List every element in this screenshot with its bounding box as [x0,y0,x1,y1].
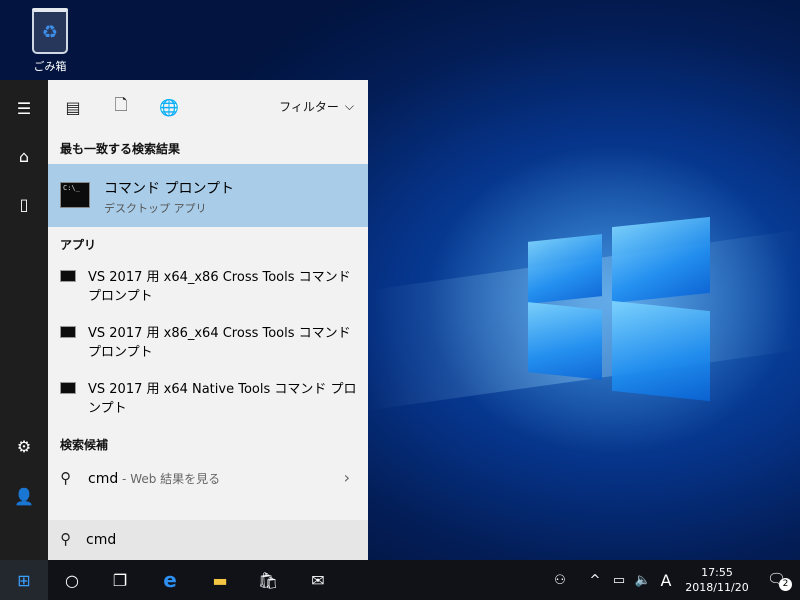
search-input[interactable] [84,528,358,552]
app-label: VS 2017 用 x64_x86 Cross Tools コマンド プロンプト [88,270,351,304]
network-icon[interactable]: ▭ [608,560,630,600]
search-icon: ⚲ [60,469,71,487]
search-icon: ⚲ [60,530,71,548]
chevron-right-icon[interactable]: › [344,468,350,487]
filter-label: フィルター [279,100,339,114]
documents-filter-icon[interactable]: 🗋 [112,95,130,116]
recycle-bin-icon: ♻ [32,8,68,54]
document-icon[interactable]: ▯ [0,184,48,224]
clock-time: 17:55 [701,566,733,579]
volume-icon[interactable]: 🔈 [632,560,654,600]
folder-icon: ▬ [212,570,228,590]
circle-icon: ○ [65,570,79,590]
app-label: VS 2017 用 x86_x64 Cross Tools コマンド プロンプト [88,326,351,360]
list-item[interactable]: VS 2017 用 x86_x64 Cross Tools コマンド プロンプト [48,318,368,366]
search-box[interactable]: ⚲ [48,520,368,560]
recycle-bin-label: ごみ箱 [33,60,67,73]
people-icon[interactable]: ⚇ [548,560,572,600]
best-match-header: 最も一致する検索結果 [60,142,181,156]
person-icon[interactable]: 👤 [0,476,48,516]
taskbar: ⊞ ○ ❐ e ▬ 🛍 ✉ ⚇ ^ ▭ 🔈 A 17:55 2018/11/20… [0,560,800,600]
ime-indicator[interactable]: A [656,560,676,600]
chevron-up-icon[interactable]: ^ [586,560,604,600]
recycle-bin-shortcut[interactable]: ♻ ごみ箱 [20,8,80,74]
app-label: VS 2017 用 x64 Native Tools コマンド プロンプト [88,382,357,416]
best-match-subtitle: デスクトップ アプリ [104,202,207,215]
command-prompt-icon [60,270,76,282]
web-filter-icon[interactable]: 🌐 [159,98,179,117]
edge-icon: e [163,568,177,592]
action-center-button[interactable]: 🗨 2 [767,570,792,591]
file-explorer-button[interactable]: ▬ [196,560,244,600]
list-item[interactable]: VS 2017 用 x64_x86 Cross Tools コマンド プロンプト [48,262,368,310]
best-match-result[interactable]: C:\_ コマンド プロンプト デスクトップ アプリ [48,164,368,227]
list-item[interactable]: VS 2017 用 x64 Native Tools コマンド プロンプト [48,374,368,422]
home-icon[interactable]: ⌂ [0,136,48,176]
cortana-button[interactable]: ○ [48,560,96,600]
store-bag-icon: 🛍 [257,570,279,590]
command-prompt-icon: C:\_ [60,182,90,208]
hamburger-icon[interactable]: ☰ [0,88,48,128]
windows-logo-pane-br [612,300,710,402]
start-menu-rail: ☰ ⌂ ▯ ⚙ 👤 [0,80,48,560]
settings-icon[interactable]: ⚙ [0,426,48,466]
apps-header: アプリ [60,238,97,252]
command-prompt-icon [60,382,76,394]
search-toolbar: ▤ 🗋 🌐 フィルター ⌵ [48,80,368,134]
start-button[interactable]: ⊞ [0,560,48,600]
search-suggestions-header: 検索候補 [60,438,109,452]
windows-logo-pane-bl [528,302,602,380]
task-view-button[interactable]: ❐ [96,560,144,600]
edge-button[interactable]: e [146,560,194,600]
suggestion-query: cmd [88,471,119,487]
clock[interactable]: 17:55 2018/11/20 [682,565,752,595]
task-view-icon: ❐ [112,570,128,590]
store-button[interactable]: 🛍 [244,560,292,600]
notification-count: 2 [779,578,792,591]
apps-filter-icon[interactable]: ▤ [64,98,82,117]
search-panel: ▤ 🗋 🌐 フィルター ⌵ 最も一致する検索結果 C:\_ コマンド プロンプト… [48,80,368,560]
clock-date: 2018/11/20 [685,581,749,594]
windows-logo-pane-tr [612,216,710,304]
chevron-down-icon: ⌵ [344,99,354,113]
suggestion-hint: - Web 結果を見る [118,472,221,486]
windows-logo-icon: ⊞ [17,570,31,590]
web-suggestion[interactable]: ⚲ cmd - Web 結果を見る › [48,462,368,496]
windows-logo-pane-tl [528,234,602,304]
command-prompt-icon [60,326,76,338]
mail-button[interactable]: ✉ [294,560,342,600]
filter-dropdown[interactable]: フィルター ⌵ [279,98,354,115]
mail-icon: ✉ [311,570,325,590]
best-match-title: コマンド プロンプト [104,181,235,197]
